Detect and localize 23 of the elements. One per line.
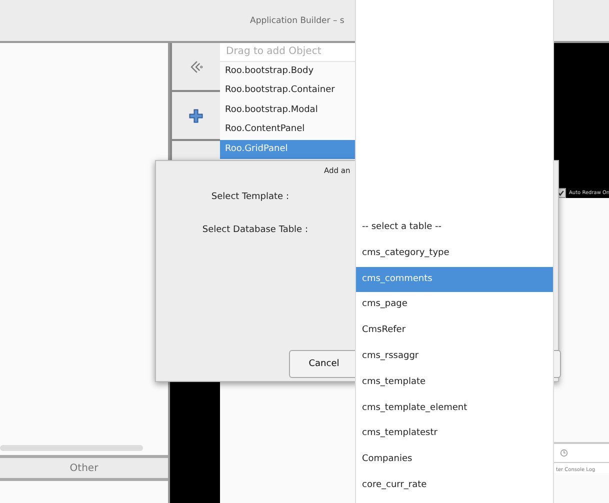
list-item[interactable]: Roo.ContentPanel <box>220 120 355 140</box>
scrollbar[interactable] <box>0 445 143 451</box>
dropdown-option[interactable]: CmsRefer <box>356 318 553 344</box>
window-title: Application Builder – s <box>250 16 344 26</box>
toolbar-button[interactable] <box>170 43 220 92</box>
plus-icon <box>187 106 205 124</box>
dropdown-option[interactable]: core_curr_rate <box>356 472 553 499</box>
list-item[interactable]: Roo.bootstrap.Container <box>220 81 355 101</box>
dropdown-option[interactable]: Companies <box>356 447 553 473</box>
field-label: Select Template : <box>211 191 290 204</box>
panel-tab[interactable]: Other <box>0 455 168 481</box>
clock-icon[interactable] <box>560 449 568 457</box>
field-label: Select Database Table : <box>202 224 309 237</box>
list-item[interactable]: Roo.bootstrap.Body <box>220 62 355 82</box>
dropdown-option[interactable]: cms_template <box>356 370 553 396</box>
dropdown-option[interactable]: cms_templatestr <box>356 421 553 448</box>
list-item[interactable]: Roo.bootstrap.Modal <box>220 100 355 120</box>
dropdown-option[interactable]: cms_category_type <box>356 240 553 267</box>
dropdown-option[interactable]: cms_template_element <box>356 396 553 422</box>
dropdown-option[interactable]: cms_rssaggr <box>356 344 553 370</box>
dropdown-option[interactable]: -- select a table -- <box>356 215 553 241</box>
dropdown-option[interactable]: cms_page <box>356 292 553 318</box>
toolbar-button[interactable] <box>170 92 220 141</box>
